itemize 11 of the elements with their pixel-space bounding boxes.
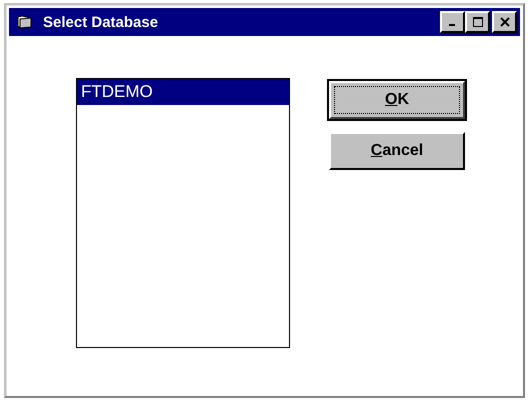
close-icon [500, 17, 510, 27]
ok-button[interactable]: OK [329, 81, 465, 119]
close-button[interactable] [492, 11, 517, 33]
minimize-button[interactable] [440, 11, 465, 33]
folder-icon [17, 15, 33, 29]
window-title: Select Database [43, 14, 160, 30]
cancel-button[interactable]: Cancel [329, 132, 465, 170]
list-item[interactable]: FTDEMO [77, 79, 289, 105]
database-list[interactable]: FTDEMO [76, 78, 290, 348]
maximize-button[interactable] [465, 11, 490, 33]
maximize-icon [472, 17, 482, 27]
